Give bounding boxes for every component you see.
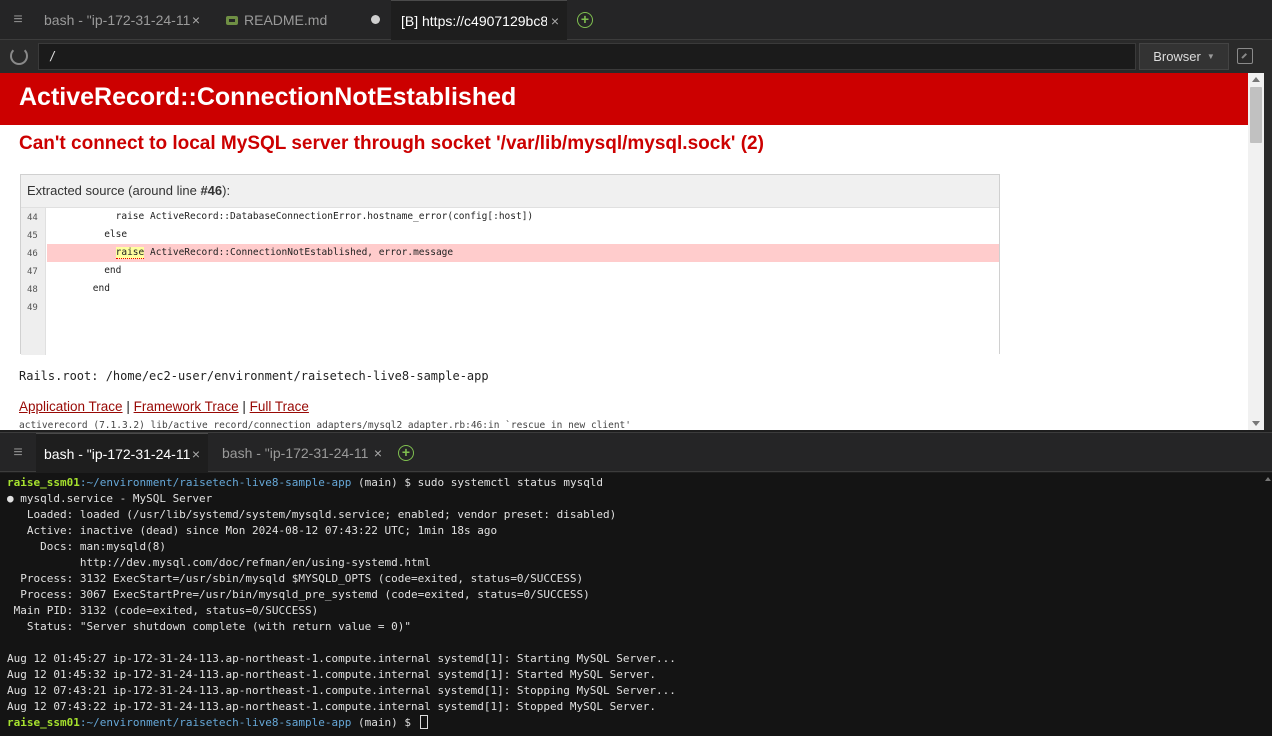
terminal-output-line: Process: 3132 ExecStart=/usr/sbin/mysqld… xyxy=(7,572,584,585)
scroll-down-icon[interactable] xyxy=(1252,421,1260,426)
close-icon[interactable]: × xyxy=(551,13,559,29)
editor-tab-bar: ≡ bash - "ip-172-31-24-113. × README.md … xyxy=(0,0,1272,40)
tab-label: bash - "ip-172-31-24-113. xyxy=(222,445,368,461)
link-separator: | xyxy=(238,399,250,414)
code-line: end xyxy=(47,265,122,276)
extracted-source-heading: Extracted source (around line #46): xyxy=(27,183,230,198)
menu-icon[interactable]: ≡ xyxy=(0,433,36,473)
source-code: 44 45 46 47 48 49 raise ActiveRecord::Da… xyxy=(21,207,999,355)
line-number: 45 xyxy=(27,231,38,241)
prompt-user: raise_ssm01 xyxy=(7,476,80,489)
code-line-highlighted: raise ActiveRecord::ConnectionNotEstabli… xyxy=(47,244,999,262)
refresh-icon[interactable] xyxy=(10,47,28,65)
panel-edge xyxy=(1264,73,1272,430)
terminal-output-line: http://dev.mysql.com/doc/refman/en/using… xyxy=(7,556,431,569)
tab-label: [B] https://c4907129bc8b4 xyxy=(401,12,547,29)
trace-line: activerecord (7.1.3.2) lib/active_record… xyxy=(19,420,631,430)
tab-readme[interactable]: README.md xyxy=(214,0,390,40)
scroll-up-icon[interactable] xyxy=(1265,477,1271,481)
tab-browser-preview[interactable]: [B] https://c4907129bc8b4 × xyxy=(391,0,567,40)
terminal-tab-bar: ≡ bash - "ip-172-31-24-113. × bash - "ip… xyxy=(0,432,1272,473)
error-header: ActiveRecord::ConnectionNotEstablished xyxy=(0,73,1248,125)
browser-address-bar: / Browser ▼ xyxy=(0,40,1272,73)
error-page: ActiveRecord::ConnectionNotEstablished C… xyxy=(0,73,1248,430)
tab-label: bash - "ip-172-31-24-113. xyxy=(44,12,190,28)
prompt-branch: (main) $ xyxy=(351,716,418,729)
line-number: 49 xyxy=(27,303,38,313)
tab-bash-top[interactable]: bash - "ip-172-31-24-113. × xyxy=(36,0,208,40)
chevron-down-icon: ▼ xyxy=(1206,52,1215,61)
tab-label: README.md xyxy=(244,12,328,28)
tab-terminal-1[interactable]: bash - "ip-172-31-24-113. × xyxy=(36,433,208,473)
browser-dropdown[interactable]: Browser ▼ xyxy=(1139,43,1229,70)
code-line: else xyxy=(47,229,128,240)
terminal-output-line: Main PID: 3132 (code=exited, status=0/SU… xyxy=(7,604,319,617)
add-tab-icon[interactable]: + xyxy=(398,445,414,461)
terminal-output-line: Aug 12 07:43:22 ip-172-31-24-113.ap-nort… xyxy=(7,700,657,713)
framework-trace-link[interactable]: Framework Trace xyxy=(134,399,239,414)
code-line: end xyxy=(47,283,110,294)
terminal[interactable]: raise_ssm01:~/environment/raisetech-live… xyxy=(0,473,1264,736)
close-icon[interactable]: × xyxy=(374,445,382,461)
terminal-output-line: Aug 12 01:45:27 ip-172-31-24-113.ap-nort… xyxy=(7,652,676,665)
tab-terminal-2[interactable]: bash - "ip-172-31-24-113. × xyxy=(214,433,390,473)
terminal-prompt-line: raise_ssm01:~/environment/raisetech-live… xyxy=(7,715,428,731)
code-rest: ActiveRecord::ConnectionNotEstablished, … xyxy=(144,247,454,258)
line-number: 47 xyxy=(27,267,38,277)
error-message: Can't connect to local MySQL server thro… xyxy=(19,133,764,154)
terminal-cursor[interactable] xyxy=(419,715,428,729)
add-tab-icon[interactable]: + xyxy=(577,12,593,28)
rails-root: Rails.root: /home/ec2-user/environment/r… xyxy=(19,369,489,383)
page-scrollbar[interactable] xyxy=(1248,73,1264,430)
prompt-path: :~/environment/raisetech-live8-sample-ap… xyxy=(79,476,352,489)
terminal-output-line: Aug 12 07:43:21 ip-172-31-24-113.ap-nort… xyxy=(7,684,676,697)
line-number: 46 xyxy=(27,249,38,259)
line-number: 48 xyxy=(27,285,38,295)
trace-links: Application Trace | Framework Trace | Fu… xyxy=(19,399,309,414)
terminal-output-line: Docs: man:mysqld(8) xyxy=(7,540,166,553)
pop-out-icon[interactable] xyxy=(1237,48,1253,64)
tab-label: bash - "ip-172-31-24-113. xyxy=(44,445,190,462)
link-separator: | xyxy=(122,399,134,414)
extracted-prefix: Extracted source (around line xyxy=(27,183,201,198)
terminal-output-line: Process: 3067 ExecStartPre=/usr/bin/mysq… xyxy=(7,588,590,601)
markdown-file-icon xyxy=(226,15,238,25)
unsaved-dot-icon[interactable] xyxy=(371,15,380,24)
terminal-command-line: raise_ssm01:~/environment/raisetech-live… xyxy=(7,475,603,491)
prompt-user: raise_ssm01 xyxy=(7,716,80,729)
prompt-branch: (main) $ xyxy=(351,476,418,489)
browser-dropdown-label: Browser xyxy=(1153,49,1201,64)
line-gutter: 44 45 46 47 48 49 xyxy=(21,208,46,355)
line-number: 44 xyxy=(27,213,38,223)
extracted-suffix: ): xyxy=(222,183,231,198)
terminal-output-line: Loaded: loaded (/usr/lib/systemd/system/… xyxy=(7,508,617,521)
code-line: raise ActiveRecord::DatabaseConnectionEr… xyxy=(47,211,534,222)
application-trace-link[interactable]: Application Trace xyxy=(19,399,123,414)
scroll-thumb[interactable] xyxy=(1250,87,1262,143)
url-input[interactable]: / xyxy=(38,43,1136,70)
terminal-output-line: Active: inactive (dead) since Mon 2024-0… xyxy=(7,524,498,537)
menu-icon[interactable]: ≡ xyxy=(0,0,36,40)
error-keyword: raise xyxy=(115,247,145,259)
prompt-path: :~/environment/raisetech-live8-sample-ap… xyxy=(79,716,352,729)
close-icon[interactable]: × xyxy=(192,12,200,28)
terminal-output-line: Status: "Server shutdown complete (with … xyxy=(7,620,411,633)
command-text: sudo systemctl status mysqld xyxy=(417,476,604,489)
full-trace-link[interactable]: Full Trace xyxy=(250,399,309,414)
terminal-scrollbar[interactable] xyxy=(1264,473,1272,736)
scroll-up-icon[interactable] xyxy=(1252,77,1260,82)
extracted-line: #46 xyxy=(200,183,223,198)
error-title: ActiveRecord::ConnectionNotEstablished xyxy=(19,83,517,111)
close-icon[interactable]: × xyxy=(192,446,200,462)
terminal-output-line: ● mysqld.service - MySQL Server xyxy=(7,492,213,505)
extracted-source-box: Extracted source (around line #46): 44 4… xyxy=(20,174,1000,355)
terminal-output-line: Aug 12 01:45:32 ip-172-31-24-113.ap-nort… xyxy=(7,668,657,681)
